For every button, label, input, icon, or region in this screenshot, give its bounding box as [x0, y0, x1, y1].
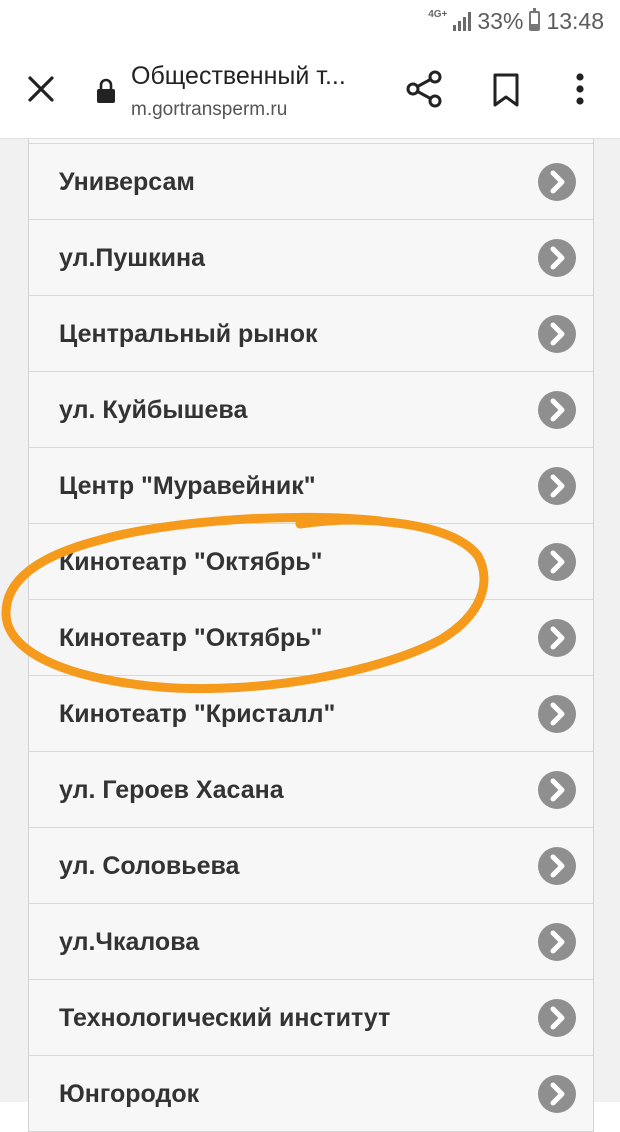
signal-icon: [453, 11, 472, 31]
stop-label: Технологический институт: [59, 1004, 391, 1032]
browser-toolbar: Общественный т... m.gortransperm.ru: [0, 42, 620, 139]
stop-row[interactable]: Кинотеатр "Кристалл": [29, 676, 593, 752]
network-type: 4G+: [428, 9, 448, 20]
stop-label: Кинотеатр "Октябрь": [59, 548, 323, 576]
stop-row[interactable]: Кинотеатр "Октябрь": [29, 524, 593, 600]
status-indicators: 4G+ 33% 13:48: [428, 8, 604, 34]
clock: 13:48: [546, 7, 604, 34]
stop-label: ул.Чкалова: [59, 928, 200, 956]
chevron-right-icon[interactable]: [538, 695, 576, 733]
stop-row[interactable]: Центр "Муравейник": [29, 448, 593, 524]
stop-row[interactable]: ул.Пушкина: [29, 220, 593, 296]
stop-row[interactable]: ул. Соловьева: [29, 828, 593, 904]
chevron-right-icon[interactable]: [538, 1075, 576, 1113]
chevron-right-icon[interactable]: [538, 847, 576, 885]
battery-percent: 33%: [477, 7, 524, 34]
chevron-right-icon[interactable]: [538, 619, 576, 657]
chevron-right-icon[interactable]: [538, 315, 576, 353]
chevron-right-icon[interactable]: [538, 771, 576, 809]
stop-row[interactable]: ул.Чкалова: [29, 904, 593, 980]
lock-icon[interactable]: [96, 78, 116, 104]
share-icon[interactable]: [405, 70, 443, 108]
stop-row[interactable]: ул. Куйбышева: [29, 372, 593, 448]
page-url[interactable]: m.gortransperm.ru: [131, 99, 287, 121]
stop-label: Центральный рынок: [59, 320, 318, 348]
stop-list: Универсам ул.Пушкина Центральный рынок у…: [28, 139, 594, 1132]
chevron-right-icon[interactable]: [538, 999, 576, 1037]
chevron-right-icon[interactable]: [538, 467, 576, 505]
stop-label: Кинотеатр "Октябрь": [59, 624, 323, 652]
stop-label: Юнгородок: [59, 1080, 200, 1108]
stop-label: Центр "Муравейник": [59, 472, 316, 500]
chevron-right-icon[interactable]: [538, 543, 576, 581]
chevron-right-icon[interactable]: [538, 239, 576, 277]
stop-row[interactable]: ул. Героев Хасана: [29, 752, 593, 828]
stop-label: Кинотеатр "Кристалл": [59, 700, 336, 728]
close-icon[interactable]: [24, 72, 58, 106]
stop-row[interactable]: Юнгородок: [29, 1056, 593, 1132]
stop-row[interactable]: Технологический институт: [29, 980, 593, 1056]
stop-row[interactable]: Кинотеатр "Октябрь": [29, 600, 593, 676]
stop-label: ул.Пушкина: [59, 244, 205, 272]
status-bar: 4G+ 33% 13:48: [0, 0, 620, 42]
chevron-right-icon[interactable]: [538, 163, 576, 201]
stop-label: ул. Соловьева: [59, 852, 240, 880]
page-content: Универсам ул.Пушкина Центральный рынок у…: [0, 139, 620, 1132]
menu-icon[interactable]: [566, 70, 594, 108]
stop-label: ул. Героев Хасана: [59, 776, 284, 804]
chevron-right-icon[interactable]: [538, 923, 576, 961]
stop-row[interactable]: Центральный рынок: [29, 296, 593, 372]
stop-label: ул. Куйбышева: [59, 396, 248, 424]
battery-icon: [529, 8, 541, 31]
bookmark-icon[interactable]: [490, 72, 522, 108]
page-title[interactable]: Общественный т...: [131, 62, 381, 91]
stop-row[interactable]: Универсам: [29, 144, 593, 220]
chevron-right-icon[interactable]: [538, 391, 576, 429]
stop-label: Универсам: [59, 168, 195, 196]
